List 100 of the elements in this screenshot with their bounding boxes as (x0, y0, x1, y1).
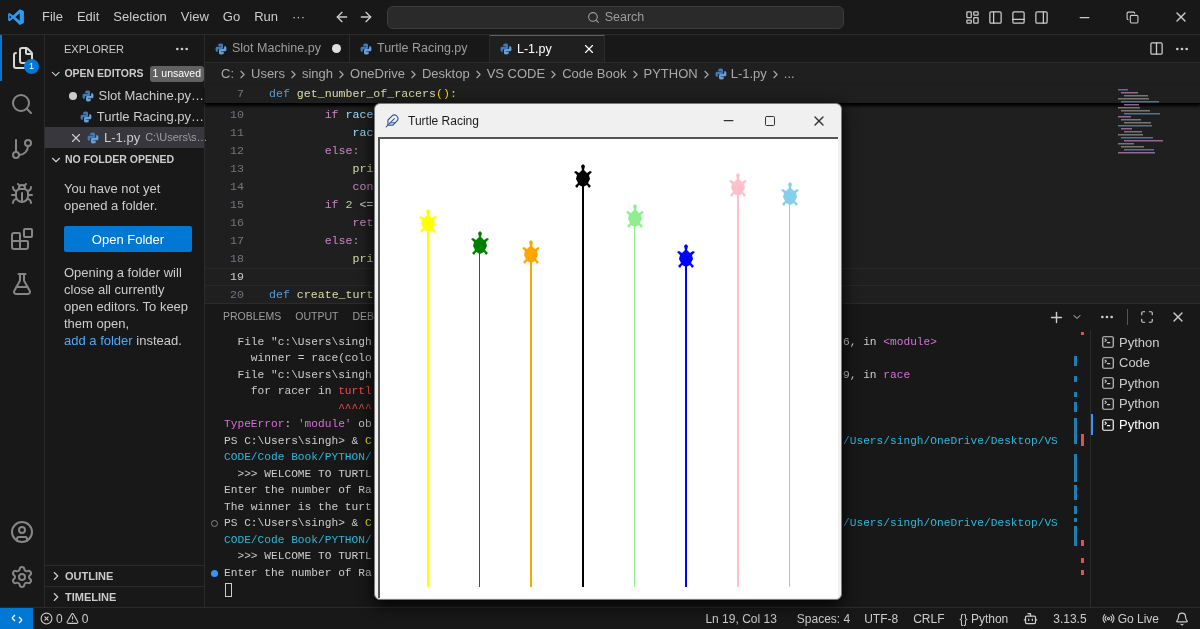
section-title[interactable]: OUTLINE (65, 567, 114, 585)
python-version[interactable]: 3.13.5 (1053, 609, 1087, 628)
breadcrumb-item[interactable]: ... (783, 64, 795, 84)
breadcrumb-item[interactable]: C: (221, 64, 234, 84)
terminal-text: PS C:\Users\singh> & C (224, 433, 373, 449)
cursor-position[interactable]: Ln 19, Col 13 (705, 609, 777, 628)
terminal-text: 6, in <module> (843, 334, 937, 350)
terminal-text: /Users/singh/OneDrive/Desktop/VS (843, 433, 1058, 449)
open-editor-item[interactable]: Slot Machine.py… (45, 85, 204, 106)
terminal-text: CODE/Code Book/PYTHON/ (224, 450, 373, 466)
source-control-icon[interactable] (10, 136, 34, 161)
line-number: 12 (229, 143, 244, 160)
open-folder-button[interactable]: Open Folder (64, 226, 192, 252)
terminal-tab[interactable]: Python (1091, 414, 1200, 435)
panel-tab[interactable]: OUTPUT (295, 304, 339, 330)
open-editor-item[interactable]: Turtle Racing.py… (45, 106, 204, 127)
terminal-tab[interactable]: Python (1091, 332, 1200, 353)
line-number: 15 (229, 197, 244, 214)
problems-status[interactable]: 0 0 (40, 609, 89, 628)
forward-icon[interactable] (358, 9, 374, 25)
indentation[interactable]: Spaces: 4 (796, 609, 851, 628)
terminal-tab[interactable]: Code (1091, 352, 1200, 374)
terminal-icon (1101, 335, 1115, 350)
code-line: def get_number_of_racers(): (269, 86, 457, 103)
file-name: Slot Machine.py… (98, 86, 204, 105)
file-name: L-1.py (104, 128, 141, 147)
breadcrumb-item[interactable]: singh (301, 64, 334, 84)
menu-item[interactable]: Run (247, 4, 285, 30)
line-ending[interactable]: CRLF (913, 609, 945, 628)
terminal-tab[interactable]: Python (1091, 393, 1200, 415)
line-number: 13 (229, 161, 244, 178)
line-number: 17 (229, 233, 244, 250)
search-icon[interactable] (10, 91, 34, 116)
terminal-tab[interactable]: Python (1091, 373, 1200, 394)
copilot-icon[interactable] (1023, 611, 1039, 626)
encoding[interactable]: UTF-8 (864, 609, 899, 628)
notifications-icon[interactable] (1175, 611, 1189, 626)
terminal-text: Enter the number of Ra (224, 483, 373, 499)
terminal-text: >>> WELCOME TO TURTL (236, 549, 373, 565)
minimap-drawing (1116, 87, 1164, 157)
layout-icon[interactable] (965, 9, 980, 25)
terminal-text: File "c:\Users\singh (236, 367, 373, 383)
menu-item[interactable]: Edit (69, 4, 107, 30)
go-live-button[interactable]: Go Live (1101, 609, 1159, 628)
code-line: ret (351, 215, 374, 232)
panel-tab[interactable]: DEB (352, 304, 375, 330)
menu-item[interactable]: Selection (106, 4, 174, 30)
settings-icon[interactable] (10, 564, 34, 589)
terminal-icon (1101, 376, 1115, 391)
notification-badge: 1 (24, 59, 39, 74)
explorer-icon[interactable] (11, 46, 35, 70)
breadcrumb-item[interactable]: PYTHON (643, 64, 698, 84)
menu-item[interactable]: Go (215, 4, 248, 30)
extensions-icon[interactable] (10, 226, 34, 251)
section-title[interactable]: TIMELINE (65, 588, 117, 606)
add-folder-link[interactable]: add a folder (64, 333, 133, 348)
section-title[interactable]: NO FOLDER OPENED (65, 152, 175, 168)
line-number: 11 (229, 125, 244, 142)
tab-label: L-1.py (517, 40, 552, 58)
close-icon[interactable] (582, 42, 596, 56)
restore-icon[interactable] (1126, 10, 1139, 24)
language-mode[interactable]: {} Python (959, 609, 1009, 628)
breadcrumb-item[interactable]: VS CODE (486, 64, 546, 84)
run-debug-icon[interactable] (10, 181, 34, 206)
editor-tab[interactable]: L-1.py (490, 35, 605, 62)
python-file-icon (79, 110, 92, 123)
python-file-icon (360, 42, 372, 55)
python-file-icon (714, 68, 727, 80)
editor-tab[interactable]: Slot Machine.py (205, 35, 350, 62)
python-file-icon (500, 43, 512, 55)
code-line: pri (351, 161, 374, 178)
panel-toggle-icon[interactable] (1011, 9, 1026, 25)
section-title[interactable]: OPEN EDITORS (64, 66, 144, 82)
sidebar-toggle-icon[interactable] (988, 9, 1003, 25)
breadcrumb-item[interactable]: L-1.py (730, 64, 767, 84)
breadcrumb-item[interactable]: Users (251, 64, 285, 84)
menu-item[interactable]: File (35, 4, 70, 30)
terminal-text: Enter the number of Ra (224, 565, 373, 581)
terminal-text: PS C:\Users\singh> & C (224, 516, 373, 532)
search-field[interactable]: Search (387, 5, 844, 29)
line-number: 16 (229, 215, 244, 232)
panel-tab[interactable]: PROBLEMS (223, 304, 282, 330)
error-icon (40, 612, 53, 625)
menu-item[interactable]: View (173, 4, 216, 30)
account-icon[interactable] (10, 519, 34, 544)
back-icon[interactable] (334, 9, 350, 25)
maximize-icon[interactable] (764, 114, 776, 127)
terminal-text: File "c:\Users\singh (236, 334, 373, 350)
breadcrumb-item[interactable]: Code Book (562, 64, 627, 84)
terminal-text: TypeError: 'module' ob (224, 417, 373, 433)
secondary-sidebar-icon[interactable] (1034, 9, 1049, 25)
flask-icon[interactable] (10, 271, 34, 296)
menu-item[interactable]: ··· (285, 4, 312, 30)
line-number: 7 (236, 86, 244, 103)
open-editor-item[interactable]: L-1.py C:\Users\s… (45, 127, 204, 148)
breadcrumb-item[interactable]: OneDrive (350, 64, 405, 84)
python-file-icon (87, 131, 99, 144)
maximize-icon[interactable] (1140, 310, 1154, 324)
split-editor-icon[interactable] (1149, 41, 1164, 56)
breadcrumb-item[interactable]: Desktop (421, 64, 470, 84)
